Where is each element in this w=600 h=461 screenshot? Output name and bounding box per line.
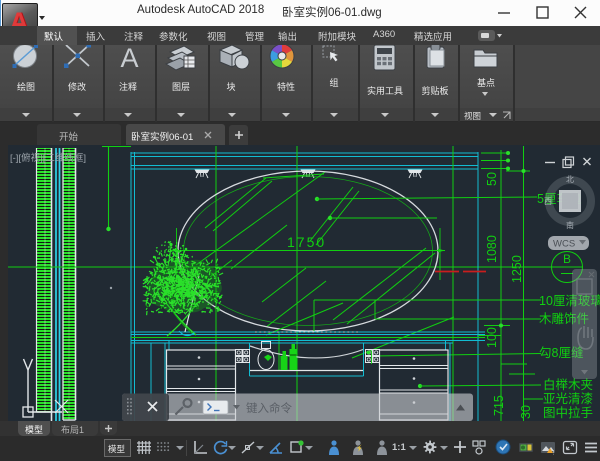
svg-text:北: 北 [566,175,574,184]
svg-text:A: A [120,45,138,73]
svg-text:键入命令: 键入命令 [246,401,292,415]
svg-text:1250: 1250 [510,255,524,283]
svg-text:WCS: WCS [553,239,575,250]
svg-text:白榉木夹: 白榉木夹 [543,377,593,392]
svg-text:!: ! [553,451,554,457]
svg-text:西: 西 [544,197,552,206]
svg-text:715: 715 [492,395,506,416]
svg-text:图中拉手: 图中拉手 [543,405,593,420]
svg-text:50: 50 [485,172,499,186]
svg-text:南: 南 [566,220,574,230]
svg-text:100: 100 [485,327,499,348]
svg-text:1080: 1080 [485,235,499,263]
svg-text:亚光清漆: 亚光清漆 [543,391,593,406]
svg-text:[-][俯视][二维线框]: [-][俯视][二维线框] [10,152,86,164]
svg-text:1750: 1750 [287,234,326,250]
svg-text:30: 30 [519,405,533,419]
svg-text:B: B [563,252,571,266]
